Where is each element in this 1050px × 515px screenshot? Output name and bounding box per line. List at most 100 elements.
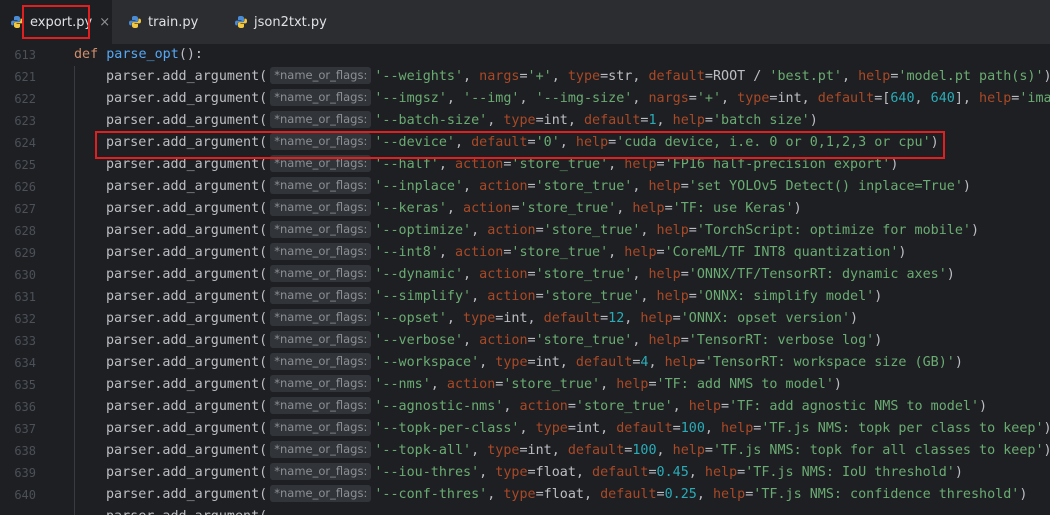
- code-token: 'TF.js NMS: topk for all classes to keep…: [712, 443, 1044, 458]
- code-token: help: [616, 377, 649, 392]
- code-token: =: [696, 355, 705, 370]
- argument-string: '--half': [374, 157, 439, 172]
- line-number: 639: [14, 466, 36, 480]
- code-token: nargs: [648, 91, 689, 106]
- parameter-hint: *name_or_flags:: [270, 397, 372, 414]
- code-line[interactable]: parser.add_argument(*name_or_flags: '--to…: [106, 418, 1050, 440]
- code-token: ,: [914, 91, 931, 106]
- parameter-hint: *name_or_flags:: [270, 243, 372, 260]
- code-line[interactable]: parser.add_argument(*name_or_flags: '--co…: [106, 484, 1027, 506]
- call-expression: parser.add_argument(: [106, 201, 268, 216]
- code-token: 'store_true': [511, 245, 609, 260]
- code-token: 'store_true': [543, 289, 641, 304]
- code-token: ,: [446, 91, 464, 106]
- code-line[interactable]: parser.add_argument(*name_or_flags: '--we…: [106, 66, 1050, 88]
- code-line[interactable]: parser.add_argument(*name_or_flags: '--to…: [106, 440, 1050, 462]
- code-line[interactable]: parser.add_argument(*name_or_flags: '--in…: [106, 176, 971, 198]
- code-line[interactable]: parser.add_argument(*name_or_flags: '--im…: [106, 88, 1050, 110]
- code-token: ): [970, 223, 980, 238]
- code-token: action: [446, 377, 496, 392]
- code-token: help: [688, 399, 722, 414]
- code-line-partial[interactable]: parser.add_argument(: [106, 506, 267, 515]
- line-number: 638: [14, 444, 36, 458]
- code-token: ,: [471, 443, 488, 458]
- line-number: 626: [14, 180, 36, 194]
- code-token: ): [793, 201, 802, 216]
- tab-label: train.py: [148, 14, 199, 30]
- code-token: ,: [841, 69, 859, 84]
- keyword-def: def: [74, 47, 107, 62]
- code-editor[interactable]: 613 621 622 623 624 625 626 627 628 629 630 631 632 6…: [0, 44, 1050, 515]
- code-token: ,: [519, 91, 536, 106]
- code-token: action: [454, 157, 504, 172]
- code-token: ,: [463, 267, 480, 282]
- tab-highlight-box: [22, 5, 90, 39]
- code-token: ,: [438, 245, 455, 260]
- code-line[interactable]: parser.add_argument(*name_or_flags: '--ve…: [106, 330, 882, 352]
- code-token: type: [737, 91, 770, 106]
- code-token: 100: [680, 421, 705, 436]
- code-token: ): [809, 113, 818, 128]
- code-token: 0.25: [664, 487, 697, 502]
- code-token: ,: [527, 311, 544, 326]
- line-number: 637: [14, 422, 36, 436]
- code-line[interactable]: parser.add_argument(*name_or_flags: '--dy…: [106, 264, 955, 286]
- code-line[interactable]: parser.add_argument(*name_or_flags: '--ba…: [106, 110, 818, 132]
- code-token: 'TorchScript: optimize for mobile': [696, 223, 971, 238]
- code-line[interactable]: parser.add_argument(*name_or_flags: '--ag…: [106, 396, 987, 418]
- code-line[interactable]: parser.add_argument(*name_or_flags: '--op…: [106, 220, 979, 242]
- code-line[interactable]: parser.add_argument(*name_or_flags: '--si…: [106, 286, 882, 308]
- code-token: 'TF.js NMS: confidence threshold': [753, 487, 1020, 502]
- call-expression: parser.add_argument(: [106, 157, 268, 172]
- parameter-hint: *name_or_flags:: [270, 265, 372, 282]
- code-token: nargs: [479, 69, 520, 84]
- code-token: type: [535, 421, 568, 436]
- code-token: ,: [487, 113, 504, 128]
- code-line[interactable]: parser.add_argument(*name_or_flags: '--nm…: [106, 374, 842, 396]
- code-token: ): [890, 157, 899, 172]
- close-icon[interactable]: ×: [99, 15, 110, 30]
- code-token: =: [672, 311, 681, 326]
- code-line[interactable]: parser.add_argument(*name_or_flags: '--ke…: [106, 198, 802, 220]
- argument-string: '--keras': [374, 201, 447, 216]
- code-token: help: [672, 113, 705, 128]
- code-token: ,: [567, 113, 584, 128]
- code-line[interactable]: parser.add_argument(*name_or_flags: '--in…: [106, 242, 906, 264]
- code-line[interactable]: parser.add_argument(*name_or_flags: '--wo…: [106, 352, 963, 374]
- parameter-hint: *name_or_flags:: [270, 375, 372, 392]
- code-token: help: [712, 487, 746, 502]
- call-expression: parser.add_argument(: [106, 465, 268, 480]
- code-token: ): [874, 333, 883, 348]
- code-token: ,: [608, 157, 625, 172]
- code-token: ,: [446, 311, 464, 326]
- parameter-hint: *name_or_flags:: [270, 485, 372, 502]
- code-line[interactable]: def parse_opt():: [74, 44, 203, 66]
- code-token: default: [817, 91, 875, 106]
- code-line[interactable]: parser.add_argument(*name_or_flags: '--io…: [106, 462, 963, 484]
- code-token: ): [833, 377, 842, 392]
- editor-tab-bar: export.py × train.py json2txt.py: [0, 0, 1050, 45]
- python-file-icon: [129, 16, 141, 28]
- code-token: ,: [487, 487, 504, 502]
- code-token: ,: [688, 465, 705, 480]
- code-token: type: [487, 443, 520, 458]
- tab-json2txt-py[interactable]: json2txt.py: [234, 0, 327, 44]
- parameter-hint: *name_or_flags:: [270, 89, 372, 106]
- code-token: ,: [672, 399, 689, 414]
- line-number: 635: [14, 378, 36, 392]
- code-token: ,: [551, 69, 568, 84]
- code-line[interactable]: parser.add_argument(*name_or_flags: '--op…: [106, 308, 858, 330]
- call-expression: parser.add_argument(: [106, 179, 268, 194]
- code-token: ():: [178, 47, 203, 62]
- call-expression: parser.add_argument(: [106, 509, 267, 515]
- call-expression: parser.add_argument(: [106, 399, 268, 414]
- argument-string: '--inplace': [374, 179, 464, 194]
- code-token: =ROOT /: [704, 69, 770, 84]
- argument-string: '--int8': [374, 245, 439, 260]
- call-expression: parser.add_argument(: [106, 355, 268, 370]
- code-token: ,: [801, 91, 818, 106]
- code-token: type: [495, 465, 528, 480]
- line-number: 623: [14, 114, 36, 128]
- tab-train-py[interactable]: train.py: [128, 0, 198, 44]
- parameter-hint: *name_or_flags:: [270, 67, 372, 84]
